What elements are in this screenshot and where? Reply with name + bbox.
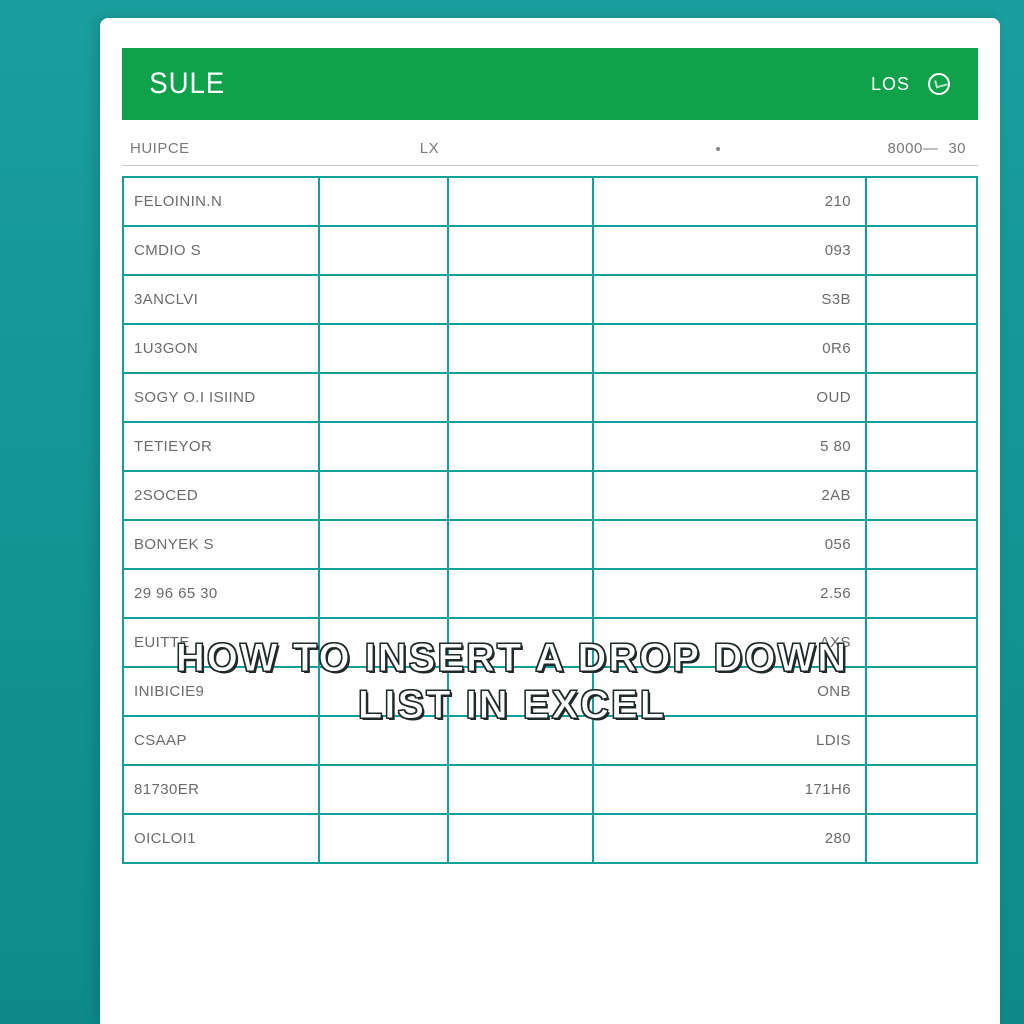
cell[interactable] [319, 765, 447, 814]
cell[interactable]: 2SOCED [123, 471, 319, 520]
cell[interactable] [448, 177, 593, 226]
cell[interactable]: 171H6 [593, 765, 866, 814]
cell[interactable] [319, 814, 447, 863]
subheader-value-1: 8000— [887, 140, 938, 157]
subheader-value-2: 30 [948, 140, 966, 157]
table-row[interactable]: SOGY O.I ISIIND OUD [123, 373, 977, 422]
table-row[interactable]: 1U3GON 0R6 [123, 324, 977, 373]
cell[interactable] [319, 618, 447, 667]
cell[interactable] [448, 471, 593, 520]
cell[interactable] [866, 716, 977, 765]
cell[interactable] [319, 422, 447, 471]
cell[interactable] [319, 275, 447, 324]
cell[interactable]: S3B [593, 275, 866, 324]
header-right-group: LOS [871, 73, 950, 95]
table-row[interactable]: 29 96 65 30 2.56 [123, 569, 977, 618]
cell[interactable] [448, 324, 593, 373]
table-row[interactable]: 3ANCLVI S3B [123, 275, 977, 324]
table-row[interactable]: 81730ER 171H6 [123, 765, 977, 814]
cell[interactable] [319, 226, 447, 275]
column-subheader: HUIPCE LX 8000— 30 [122, 132, 978, 166]
cell[interactable] [448, 226, 593, 275]
cell[interactable] [866, 520, 977, 569]
cell[interactable] [319, 520, 447, 569]
cell[interactable]: 2AB [593, 471, 866, 520]
header-right-label: LOS [871, 74, 910, 95]
spreadsheet-card: SULE LOS HUIPCE LX 8000— 30 FELOININ.N 21… [100, 18, 1000, 1024]
table-row[interactable]: TETIEYOR 5 80 [123, 422, 977, 471]
cell[interactable]: EUITTE [123, 618, 319, 667]
cell[interactable] [866, 667, 977, 716]
cell[interactable] [319, 667, 447, 716]
cell[interactable] [319, 373, 447, 422]
cell[interactable] [448, 667, 593, 716]
cell[interactable]: 29 96 65 30 [123, 569, 319, 618]
table-row[interactable]: 2SOCED 2AB [123, 471, 977, 520]
cell[interactable] [448, 520, 593, 569]
cell[interactable] [448, 765, 593, 814]
cell[interactable]: 81730ER [123, 765, 319, 814]
cell[interactable]: 280 [593, 814, 866, 863]
cell[interactable] [319, 177, 447, 226]
cell[interactable]: Csaap [123, 716, 319, 765]
table-row[interactable]: INIBICIE9 ONB [123, 667, 977, 716]
cell[interactable] [866, 814, 977, 863]
refresh-icon[interactable] [928, 73, 950, 95]
cell[interactable]: CMDIO S [123, 226, 319, 275]
cell[interactable] [448, 618, 593, 667]
cell[interactable] [448, 373, 593, 422]
dot-icon [716, 147, 720, 151]
subheader-label-2: LX [420, 140, 540, 157]
cell[interactable]: INIBICIE9 [123, 667, 319, 716]
cell[interactable] [319, 716, 447, 765]
cell[interactable] [866, 422, 977, 471]
cell[interactable]: 0R6 [593, 324, 866, 373]
cell[interactable] [866, 471, 977, 520]
cell[interactable]: BONYEK S [123, 520, 319, 569]
cell[interactable]: OICLOI1 [123, 814, 319, 863]
cell[interactable] [448, 814, 593, 863]
cell[interactable] [319, 324, 447, 373]
cell[interactable]: 5 80 [593, 422, 866, 471]
cell[interactable]: AXS [593, 618, 866, 667]
cell[interactable]: 2.56 [593, 569, 866, 618]
cell[interactable]: LDIS [593, 716, 866, 765]
sheet-title: SULE [149, 67, 225, 101]
subheader-label-1: HUIPCE [130, 140, 420, 157]
cell[interactable]: 093 [593, 226, 866, 275]
cell[interactable] [448, 716, 593, 765]
cell[interactable] [319, 569, 447, 618]
data-table: FELOININ.N 210 CMDIO S 093 3ANCLVI S3B 1U3G… [122, 176, 978, 864]
cell[interactable] [866, 569, 977, 618]
cell[interactable] [866, 324, 977, 373]
cell[interactable]: FELOININ.N [123, 177, 319, 226]
table-row[interactable]: FELOININ.N 210 [123, 177, 977, 226]
table-row[interactable]: OICLOI1 280 [123, 814, 977, 863]
cell[interactable] [866, 177, 977, 226]
cell[interactable]: TETIEYOR [123, 422, 319, 471]
cell[interactable] [866, 373, 977, 422]
table-row[interactable]: Csaap LDIS [123, 716, 977, 765]
data-table-body: FELOININ.N 210 CMDIO S 093 3ANCLVI S3B 1U3G… [123, 177, 977, 863]
cell[interactable] [319, 471, 447, 520]
cell[interactable] [448, 569, 593, 618]
table-row[interactable]: BONYEK S 056 [123, 520, 977, 569]
cell[interactable]: ONB [593, 667, 866, 716]
cell[interactable] [448, 422, 593, 471]
table-row[interactable]: CMDIO S 093 [123, 226, 977, 275]
cell[interactable] [866, 618, 977, 667]
cell[interactable]: 210 [593, 177, 866, 226]
cell[interactable] [448, 275, 593, 324]
cell[interactable] [866, 275, 977, 324]
cell[interactable]: SOGY O.I ISIIND [123, 373, 319, 422]
cell[interactable] [866, 765, 977, 814]
cell[interactable] [866, 226, 977, 275]
cell[interactable]: 1U3GON [123, 324, 319, 373]
cell[interactable]: 056 [593, 520, 866, 569]
cell[interactable]: OUD [593, 373, 866, 422]
table-row[interactable]: EUITTE AXS [123, 618, 977, 667]
sheet-header: SULE LOS [122, 48, 978, 120]
cell[interactable]: 3ANCLVI [123, 275, 319, 324]
